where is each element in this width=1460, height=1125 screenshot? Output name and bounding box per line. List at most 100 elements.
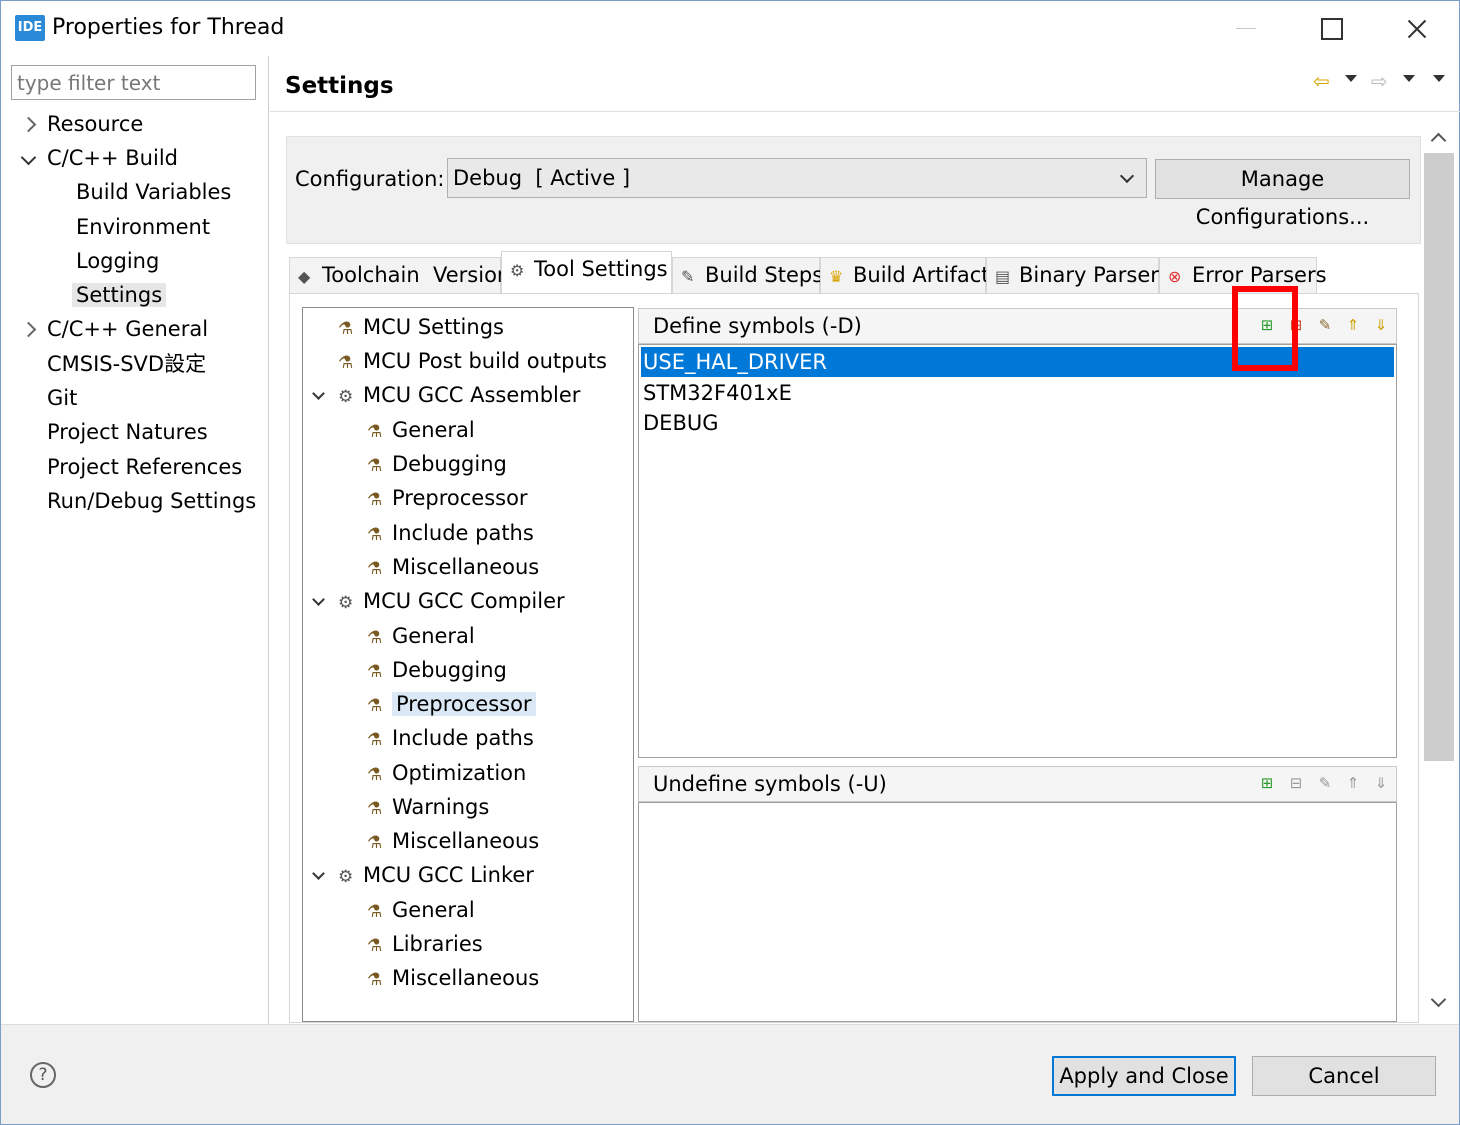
nav-item-cmsis-svd[interactable]: CMSIS-SVD設定 (47, 349, 206, 381)
move-up-icon[interactable]: ⇑ (1344, 774, 1362, 792)
nav-item-cpp-build[interactable]: C/C++ Build (47, 143, 178, 175)
nav-item-cpp-general[interactable]: C/C++ General (47, 314, 208, 346)
settings-page-icon: ⚗ (367, 490, 383, 510)
scrollbar-thumb[interactable] (1424, 153, 1454, 761)
nav-item-run-debug-settings[interactable]: Run/Debug Settings (47, 486, 256, 518)
chevron-right-icon[interactable] (21, 118, 35, 132)
tree-item-cc-include-paths[interactable]: ⚗ Include paths (367, 723, 534, 755)
tab-toolchain-version[interactable]: ◆ Toolchain Version (289, 257, 510, 293)
nav-item-build-variables[interactable]: Build Variables (76, 177, 231, 209)
forward-menu-icon[interactable] (1403, 75, 1415, 82)
nav-item-project-references[interactable]: Project References (47, 452, 242, 484)
settings-page-icon: ⚗ (367, 422, 383, 442)
tab-label: Build Steps (705, 263, 824, 287)
settings-page-icon: ⚗ (367, 696, 383, 716)
settings-page-icon: ⚗ (367, 765, 383, 785)
tree-item-cc-optimization[interactable]: ⚗ Optimization (367, 758, 526, 790)
tree-item-cc-preprocessor[interactable]: ⚗ Preprocessor (367, 689, 536, 721)
settings-page-icon: ⚗ (367, 970, 383, 990)
window-title: Properties for Thread (52, 15, 285, 40)
tab-build-artifact[interactable]: ♛ Build Artifact (820, 257, 990, 293)
move-down-icon[interactable]: ⇓ (1372, 316, 1390, 334)
chevron-down-icon[interactable] (313, 597, 325, 609)
tree-item-ld-miscellaneous[interactable]: ⚗ Miscellaneous (367, 963, 539, 995)
filter-input[interactable] (11, 65, 256, 100)
tree-item-compiler[interactable]: ⚙ MCU GCC Compiler (338, 586, 565, 618)
tree-item-asm-miscellaneous[interactable]: ⚗ Miscellaneous (367, 552, 539, 584)
delete-icon[interactable]: ⊟ (1287, 774, 1305, 792)
tree-item-label: MCU Post build outputs (363, 349, 607, 373)
tree-item-asm-include-paths[interactable]: ⚗ Include paths (367, 518, 534, 550)
back-arrow-icon[interactable]: ⇦ (1313, 69, 1330, 93)
close-button[interactable] (1381, 1, 1451, 56)
gear-icon: ⚙ (510, 261, 525, 280)
list-item[interactable]: STM32F401xE (641, 378, 1394, 408)
manage-configurations-button[interactable]: Manage Configurations... (1155, 159, 1410, 229)
minimize-button[interactable] (1211, 1, 1281, 56)
tree-item-label: Warnings (392, 795, 490, 819)
edit-icon[interactable]: ✎ (1316, 774, 1334, 792)
define-symbols-list[interactable]: USE_HAL_DRIVER STM32F401xE DEBUG (638, 344, 1397, 758)
tree-item-asm-general[interactable]: ⚗ General (367, 415, 475, 447)
chevron-down-icon[interactable] (313, 391, 325, 403)
tree-item-cc-warnings[interactable]: ⚗ Warnings (367, 792, 489, 824)
cancel-button[interactable]: Cancel (1252, 1056, 1436, 1096)
help-icon[interactable]: ? (30, 1062, 56, 1088)
ide-app-icon: IDE (15, 15, 45, 41)
undefine-symbols-header: Undefine symbols (-U) (638, 766, 1397, 802)
tree-item-cc-debugging[interactable]: ⚗ Debugging (367, 655, 507, 687)
chevron-down-icon[interactable] (313, 871, 325, 883)
tree-item-label: Debugging (392, 452, 507, 476)
tree-item-assembler[interactable]: ⚙ MCU GCC Assembler (338, 380, 580, 412)
tree-item-label: MCU GCC Compiler (363, 589, 565, 613)
add-icon[interactable]: ⊞ (1258, 774, 1276, 792)
nav-item-settings[interactable]: Settings (72, 280, 167, 312)
nav-item-resource[interactable]: Resource (47, 109, 143, 141)
back-menu-icon[interactable] (1345, 75, 1357, 82)
tree-item-mcu-settings[interactable]: ⚗ MCU Settings (338, 312, 504, 344)
nav-item-label: Logging (76, 249, 160, 273)
nav-item-environment[interactable]: Environment (76, 212, 210, 244)
apply-and-close-button[interactable]: Apply and Close (1052, 1056, 1236, 1096)
chevron-down-icon[interactable] (22, 153, 36, 167)
maximize-button[interactable] (1296, 1, 1366, 56)
tree-item-label: Include paths (392, 726, 534, 750)
tree-item-cc-miscellaneous[interactable]: ⚗ Miscellaneous (367, 826, 539, 858)
tree-item-label: General (392, 898, 475, 922)
settings-page-icon: ⚗ (367, 730, 383, 750)
tree-item-label: General (392, 418, 475, 442)
tree-item-ld-general[interactable]: ⚗ General (367, 895, 475, 927)
edit-icon[interactable]: ✎ (1316, 316, 1334, 334)
nav-item-git[interactable]: Git (47, 383, 77, 415)
history-nav: ⇦ ⇨ (1311, 67, 1451, 93)
tree-item-ld-libraries[interactable]: ⚗ Libraries (367, 929, 483, 961)
nav-item-label: Project Natures (47, 420, 208, 444)
nav-item-label: Git (47, 386, 78, 410)
tree-item-asm-preprocessor[interactable]: ⚗ Preprocessor (367, 483, 528, 515)
list-item[interactable]: DEBUG (641, 408, 1394, 438)
settings-page-icon: ⚗ (367, 559, 383, 579)
settings-page-icon: ⚗ (367, 662, 383, 682)
configuration-select[interactable]: Debug [ Active ] (447, 158, 1147, 198)
tree-item-mcu-post-build[interactable]: ⚗ MCU Post build outputs (338, 346, 607, 378)
nav-item-project-natures[interactable]: Project Natures (47, 417, 208, 449)
tree-item-label: Miscellaneous (392, 829, 540, 853)
tree-item-linker[interactable]: ⚙ MCU GCC Linker (338, 860, 534, 892)
tab-build-steps[interactable]: ✎ Build Steps (672, 257, 824, 293)
tree-item-cc-general[interactable]: ⚗ General (367, 621, 475, 653)
undefine-symbols-list[interactable] (638, 802, 1397, 1022)
tab-tool-settings[interactable]: ⚙ Tool Settings (501, 251, 672, 294)
chevron-right-icon[interactable] (21, 323, 35, 337)
tab-binary-parsers[interactable]: ▤ Binary Parsers (986, 257, 1170, 293)
move-down-icon[interactable]: ⇓ (1372, 774, 1390, 792)
forward-arrow-icon[interactable]: ⇨ (1371, 69, 1388, 93)
tree-item-label: Optimization (392, 761, 527, 785)
nav-item-logging[interactable]: Logging (76, 246, 159, 278)
tree-item-label: Miscellaneous (392, 966, 540, 990)
view-menu-icon[interactable] (1433, 75, 1445, 82)
move-up-icon[interactable]: ⇑ (1344, 316, 1362, 334)
tree-item-label: General (392, 624, 475, 648)
settings-page-icon: ⚗ (338, 319, 354, 339)
settings-page-icon: ⚗ (367, 833, 383, 853)
tree-item-asm-debugging[interactable]: ⚗ Debugging (367, 449, 507, 481)
